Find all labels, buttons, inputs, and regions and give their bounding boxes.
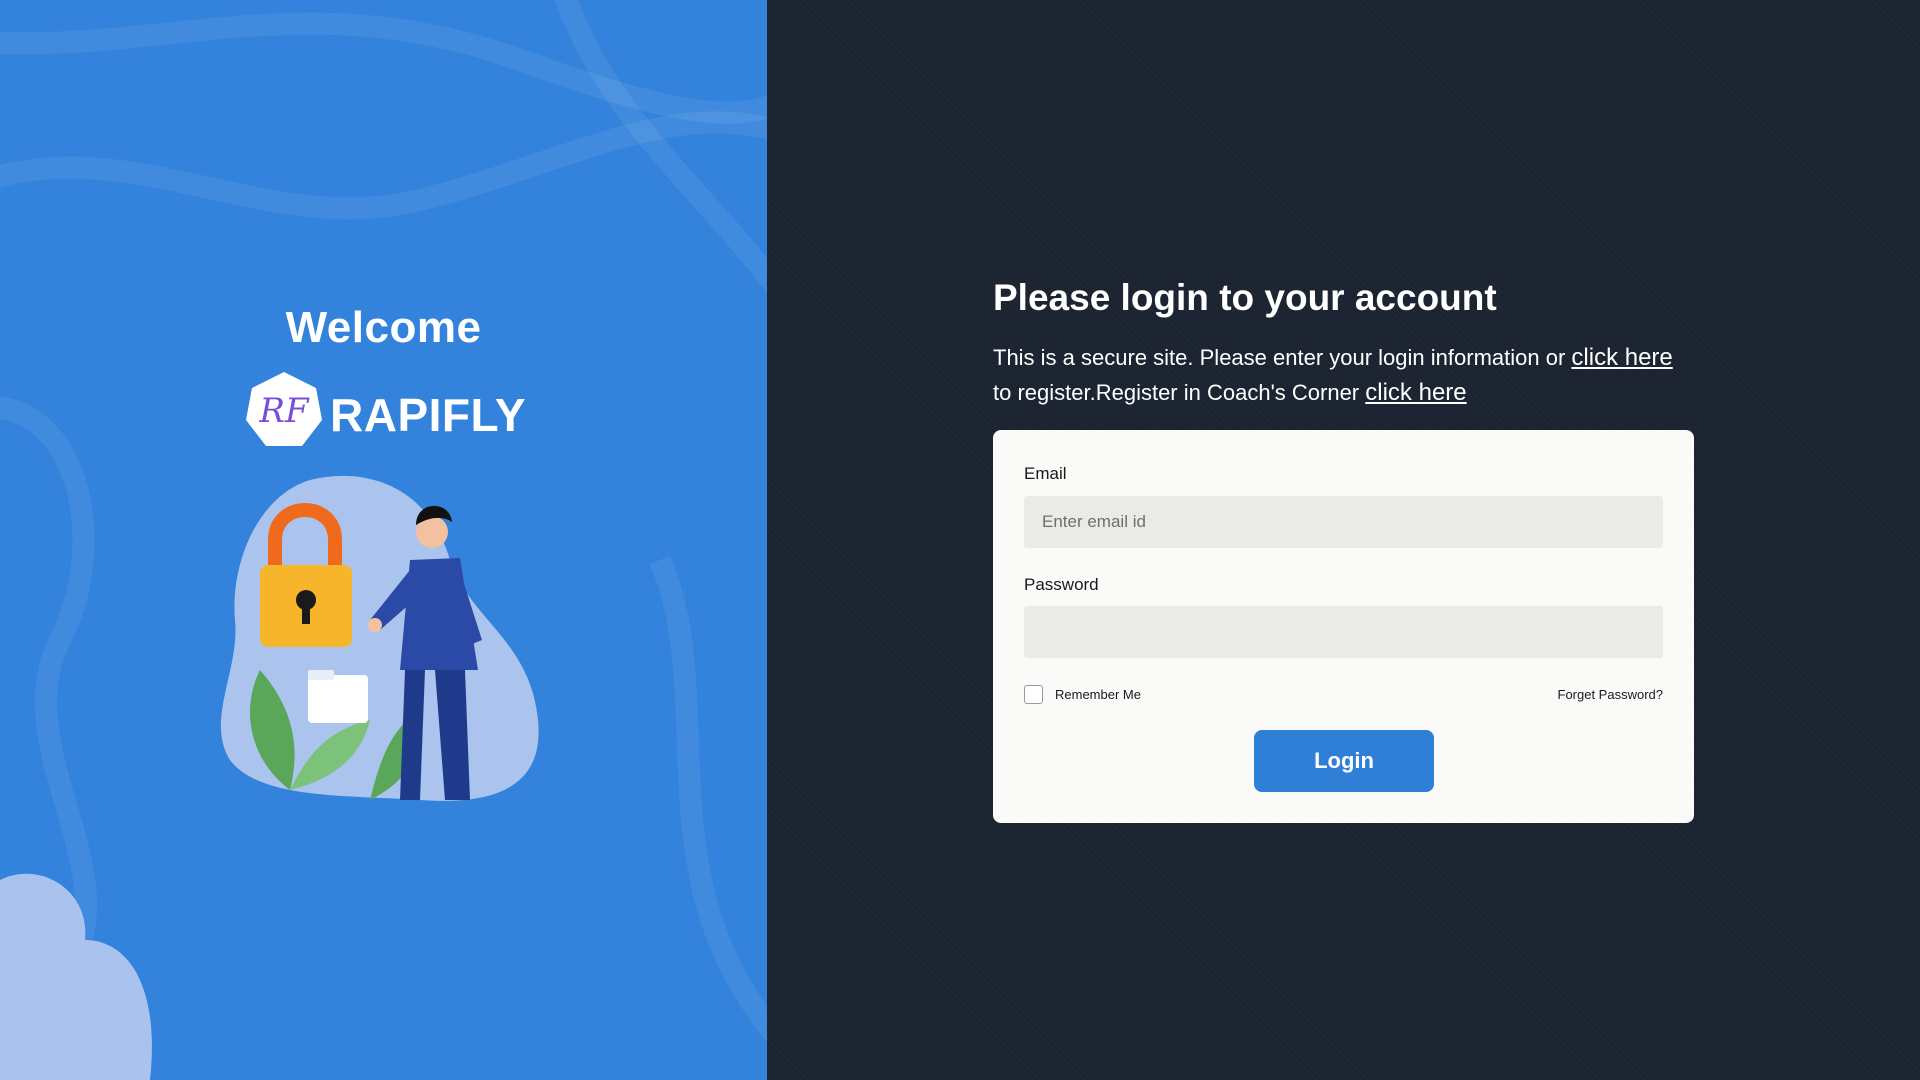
brand-logo-text: RF xyxy=(258,391,310,431)
email-input[interactable] xyxy=(1024,496,1663,548)
register-link[interactable]: click here xyxy=(1571,344,1672,371)
remember-me-label[interactable]: Remember Me xyxy=(1055,687,1141,702)
login-card: Email Password Remember Me Forget Passwo… xyxy=(993,430,1694,823)
brand-name: RAPIFLY xyxy=(330,389,527,441)
welcome-title: Welcome xyxy=(285,303,482,352)
person-with-padlock-illustration xyxy=(220,475,539,801)
password-label: Password xyxy=(1024,575,1099,594)
cloud-decoration xyxy=(0,873,152,1080)
intro-text-part1: This is a secure site. Please enter your… xyxy=(993,345,1566,370)
brand-logo: RF xyxy=(246,372,322,446)
page-title: Please login to your account xyxy=(993,277,1497,318)
intro-text-part2: to register.Register in Coach's Corner xyxy=(993,380,1360,405)
welcome-panel: Welcome RF RAPIFLY xyxy=(0,0,767,1080)
password-input[interactable] xyxy=(1024,606,1663,658)
remember-me-checkbox[interactable] xyxy=(1024,684,1043,704)
remember-me[interactable]: Remember Me xyxy=(1024,684,1141,704)
intro-text: This is a secure site. Please enter your… xyxy=(993,340,1693,410)
coach-corner-link[interactable]: click here xyxy=(1365,379,1466,406)
email-label: Email xyxy=(1024,464,1067,483)
forgot-password-link[interactable]: Forget Password? xyxy=(1558,687,1664,702)
brand: RF RAPIFLY xyxy=(244,370,544,450)
login-button[interactable]: Login xyxy=(1254,730,1434,792)
